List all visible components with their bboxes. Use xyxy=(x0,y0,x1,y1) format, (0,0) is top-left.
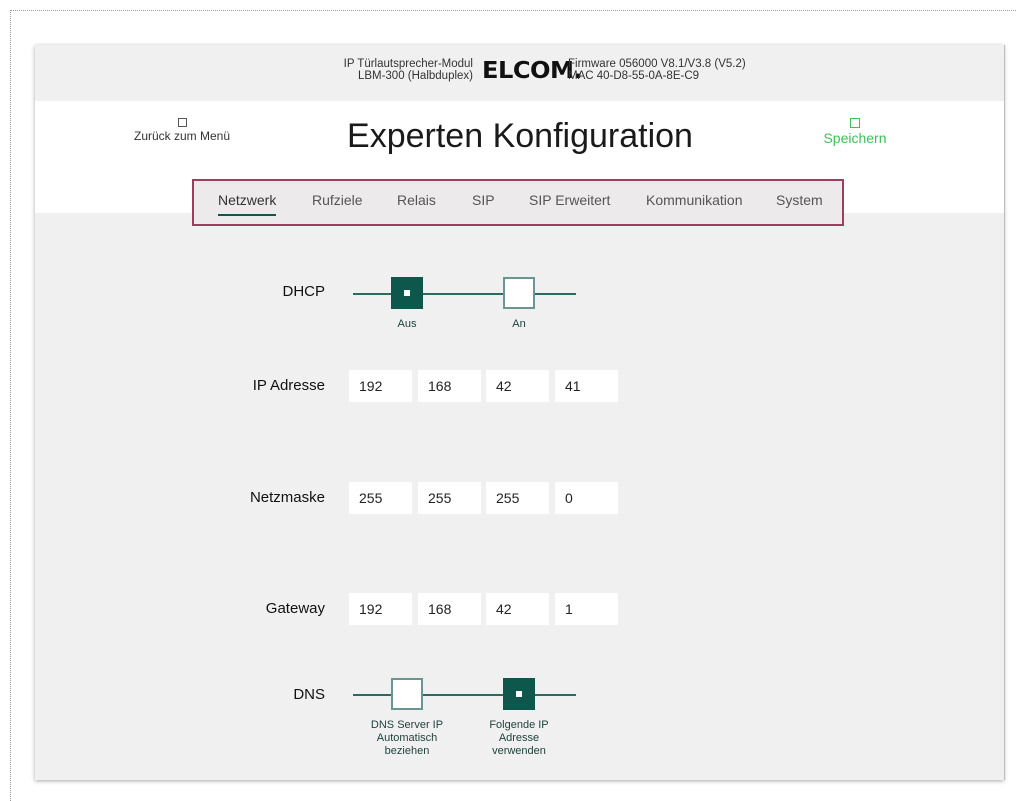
netmask-octet-3[interactable]: 255 xyxy=(486,482,549,514)
dns-option-manual-line3: verwenden xyxy=(492,745,546,757)
dhcp-option-an-label: An xyxy=(512,318,526,330)
gateway-octet-4[interactable]: 1 xyxy=(555,593,618,625)
device-info: IP Türlautsprecher-Modul LBM-300 (Halbdu… xyxy=(275,58,473,82)
ip-address-octet-1[interactable]: 192 xyxy=(349,370,412,402)
page-border-top xyxy=(10,10,1016,11)
gateway-octet-2[interactable]: 168 xyxy=(418,593,481,625)
tab-sip-erweitert[interactable]: SIP Erweitert xyxy=(529,192,610,208)
tab-relais[interactable]: Relais xyxy=(397,192,436,208)
dns-option-manual-label: Folgende IP Adresse verwenden xyxy=(459,719,579,758)
dns-option-automatic[interactable] xyxy=(391,678,423,710)
dns-toggle-line xyxy=(353,694,576,696)
netmask-label: Netzmaske xyxy=(249,489,325,506)
ip-address-label: IP Adresse xyxy=(252,377,325,394)
selected-dot-icon xyxy=(404,290,410,296)
active-tab-indicator xyxy=(218,214,276,216)
dhcp-label: DHCP xyxy=(282,283,325,300)
dns-option-manual[interactable] xyxy=(503,678,535,710)
tab-system[interactable]: System xyxy=(776,192,823,208)
dns-label: DNS xyxy=(293,686,325,703)
dhcp-toggle-line xyxy=(353,293,576,295)
tab-kommunikation[interactable]: Kommunikation xyxy=(646,192,743,208)
device-model: LBM-300 (Halbduplex) xyxy=(357,70,473,82)
tab-bar: Netzwerk Rufziele Relais SIP SIP Erweite… xyxy=(192,179,844,226)
dns-option-manual-line2: Adresse xyxy=(498,732,540,744)
dhcp-option-an[interactable] xyxy=(503,277,535,309)
dhcp-option-aus[interactable] xyxy=(391,277,423,309)
save-button[interactable]: Speichern xyxy=(805,118,905,146)
page-border-left xyxy=(10,10,11,801)
dhcp-option-aus-label: Aus xyxy=(397,318,417,330)
tab-netzwerk[interactable]: Netzwerk xyxy=(218,192,276,208)
firmware-info: Firmware 056000 V8.1/V3.8 (V5.2) MAC 40-… xyxy=(568,58,746,82)
netmask-octet-2[interactable]: 255 xyxy=(418,482,481,514)
tab-rufziele[interactable]: Rufziele xyxy=(312,192,363,208)
square-icon xyxy=(177,118,187,127)
ip-address-octet-4[interactable]: 41 xyxy=(555,370,618,402)
device-name: IP Türlautsprecher-Modul xyxy=(343,58,473,70)
mac-address: MAC 40-D8-55-0A-8E-C9 xyxy=(568,70,700,82)
page-title: Experten Konfiguration xyxy=(347,117,693,155)
ip-address-octet-3[interactable]: 42 xyxy=(486,370,549,402)
gateway-octet-1[interactable]: 192 xyxy=(349,593,412,625)
back-to-menu-button[interactable]: Zurück zum Menü xyxy=(117,118,247,143)
dns-option-automatic-label: DNS Server IP Automatisch beziehen xyxy=(347,719,467,758)
gateway-octet-3[interactable]: 42 xyxy=(486,593,549,625)
device-info-bar: IP Türlautsprecher-Modul LBM-300 (Halbdu… xyxy=(35,45,1004,101)
square-icon xyxy=(850,118,860,128)
panel-shadow-edge xyxy=(1004,45,1005,780)
dns-option-automatic-line1: DNS Server IP xyxy=(370,719,444,731)
selected-dot-icon xyxy=(516,691,522,697)
config-panel: IP Türlautsprecher-Modul LBM-300 (Halbdu… xyxy=(35,45,1004,780)
dns-option-automatic-line2: Automatisch xyxy=(376,732,438,744)
tab-sip[interactable]: SIP xyxy=(472,192,495,208)
dns-option-automatic-line3: beziehen xyxy=(384,745,430,757)
ip-address-octet-2[interactable]: 168 xyxy=(418,370,481,402)
save-label: Speichern xyxy=(823,130,887,146)
dns-option-manual-line1: Folgende IP xyxy=(489,719,549,731)
netmask-octet-4[interactable]: 0 xyxy=(555,482,618,514)
netmask-octet-1[interactable]: 255 xyxy=(349,482,412,514)
back-to-menu-label: Zurück zum Menü xyxy=(133,129,231,143)
gateway-label: Gateway xyxy=(265,600,325,617)
firmware-version: Firmware 056000 V8.1/V3.8 (V5.2) xyxy=(568,58,746,70)
title-band: Zurück zum Menü Experten Konfiguration S… xyxy=(35,101,1004,226)
